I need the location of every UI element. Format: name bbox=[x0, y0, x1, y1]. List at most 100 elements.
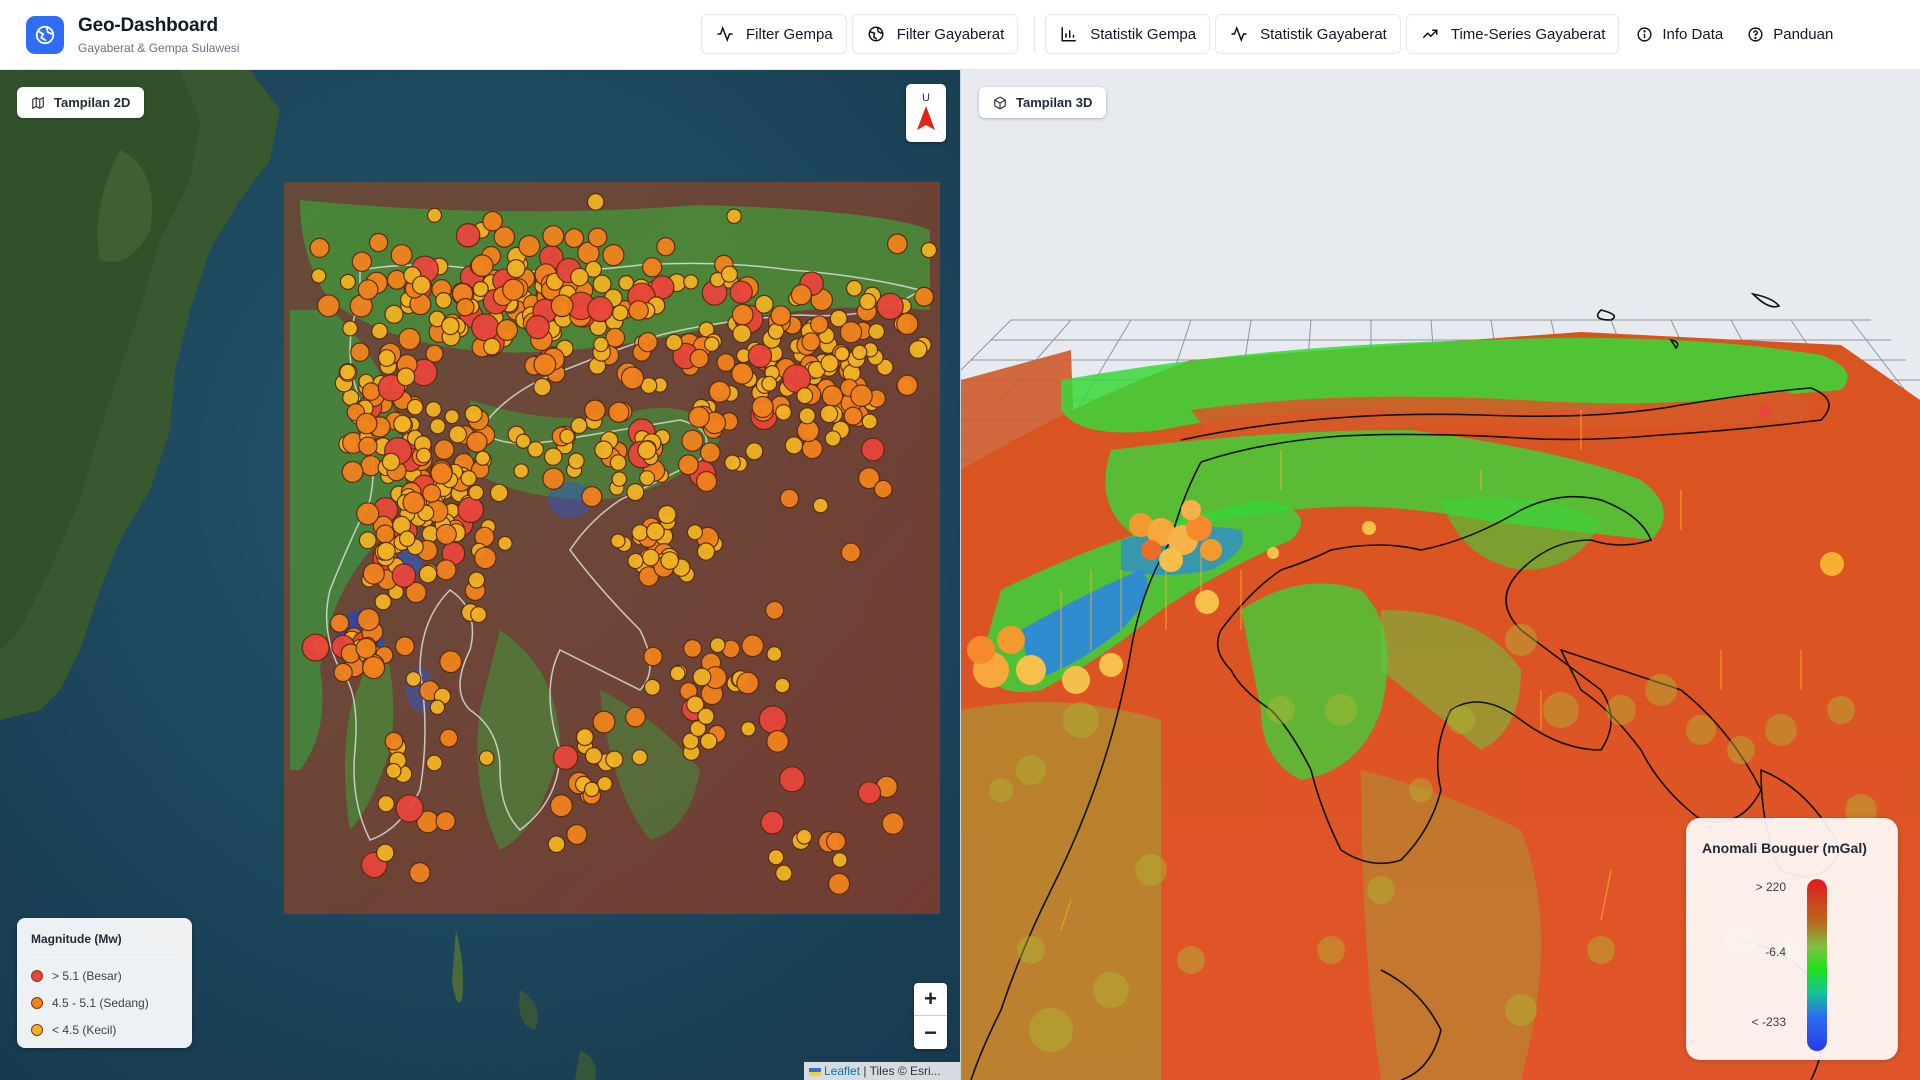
earthquake-marker[interactable] bbox=[843, 406, 863, 426]
earthquake-marker[interactable] bbox=[408, 861, 431, 884]
earthquake-marker[interactable] bbox=[774, 677, 791, 694]
earthquake-marker[interactable] bbox=[411, 275, 432, 295]
earthquake-marker[interactable] bbox=[464, 404, 483, 423]
earthquake-marker[interactable] bbox=[470, 254, 494, 278]
earthquake-marker[interactable] bbox=[920, 241, 938, 259]
earthquake-marker[interactable] bbox=[688, 406, 710, 429]
filter-gempa-button[interactable]: Filter Gempa bbox=[701, 14, 847, 54]
earthquake-marker[interactable] bbox=[716, 353, 736, 373]
earthquake-marker[interactable] bbox=[333, 662, 353, 683]
earthquake-marker[interactable] bbox=[790, 284, 813, 306]
earthquake-marker[interactable] bbox=[425, 754, 443, 772]
map-3d-panel[interactable]: Tampilan 3D U Anomali Bouguer (mGal) > 2… bbox=[961, 70, 1920, 1080]
earthquake-marker[interactable] bbox=[375, 524, 395, 544]
earthquake-marker[interactable] bbox=[708, 380, 731, 403]
earthquake-marker[interactable] bbox=[637, 440, 657, 460]
earthquake-marker[interactable] bbox=[778, 766, 806, 793]
earthquake-marker[interactable] bbox=[430, 462, 453, 485]
earthquake-marker[interactable] bbox=[596, 775, 613, 792]
earthquake-marker[interactable] bbox=[832, 852, 848, 868]
earthquake-marker[interactable] bbox=[703, 336, 720, 352]
earthquake-marker[interactable] bbox=[381, 452, 401, 472]
earthquake-marker[interactable] bbox=[646, 522, 665, 541]
earthquake-marker[interactable] bbox=[699, 442, 721, 464]
earthquake-marker[interactable] bbox=[415, 447, 432, 464]
earthquake-marker[interactable] bbox=[857, 781, 882, 805]
earthquake-marker[interactable] bbox=[642, 257, 663, 278]
earthquake-marker[interactable] bbox=[441, 316, 460, 336]
earthquake-marker[interactable] bbox=[502, 278, 525, 301]
earthquake-marker[interactable] bbox=[358, 531, 377, 550]
earthquake-marker[interactable] bbox=[766, 730, 789, 753]
earthquake-marker[interactable] bbox=[796, 828, 813, 845]
earthquake-marker[interactable] bbox=[639, 470, 656, 487]
earthquake-marker[interactable] bbox=[827, 872, 851, 896]
earthquake-marker[interactable] bbox=[665, 333, 683, 352]
earthquake-marker[interactable] bbox=[542, 467, 565, 490]
earthquake-marker[interactable] bbox=[377, 349, 396, 367]
earthquake-marker[interactable] bbox=[418, 564, 438, 584]
earthquake-marker[interactable] bbox=[472, 280, 489, 298]
filter-gayaberat-button[interactable]: Filter Gayaberat bbox=[851, 14, 1019, 54]
earthquake-marker[interactable] bbox=[377, 795, 395, 813]
earthquake-marker[interactable] bbox=[357, 608, 381, 632]
earthquake-marker[interactable] bbox=[390, 244, 413, 267]
earthquake-marker[interactable] bbox=[796, 387, 814, 405]
earthquake-marker[interactable] bbox=[425, 401, 442, 418]
earthquake-marker[interactable] bbox=[375, 843, 395, 863]
earthquake-marker[interactable] bbox=[356, 502, 380, 526]
earthquake-marker[interactable] bbox=[549, 794, 573, 818]
earthquake-marker[interactable] bbox=[896, 312, 919, 336]
earthquake-marker[interactable] bbox=[317, 294, 341, 318]
earthquake-marker[interactable] bbox=[455, 223, 481, 248]
earthquake-marker[interactable] bbox=[583, 781, 600, 798]
earthquake-marker[interactable] bbox=[745, 442, 764, 461]
earthquake-marker[interactable] bbox=[812, 497, 829, 514]
earthquake-marker[interactable] bbox=[587, 296, 614, 323]
earthquake-marker[interactable] bbox=[587, 227, 608, 248]
earthquake-marker[interactable] bbox=[374, 593, 392, 611]
earthquake-marker[interactable] bbox=[611, 304, 629, 322]
earthquake-marker[interactable] bbox=[754, 294, 774, 314]
earthquake-marker[interactable] bbox=[393, 414, 412, 434]
earthquake-marker[interactable] bbox=[699, 732, 718, 751]
earthquake-marker[interactable] bbox=[689, 348, 710, 369]
earthquake-marker[interactable] bbox=[825, 831, 847, 852]
earthquake-marker[interactable] bbox=[861, 413, 878, 430]
earthquake-marker[interactable] bbox=[466, 431, 488, 453]
earthquake-marker[interactable] bbox=[468, 484, 485, 501]
earthquake-marker[interactable] bbox=[631, 524, 649, 542]
earthquake-marker[interactable] bbox=[489, 483, 509, 503]
earthquake-marker[interactable] bbox=[355, 637, 377, 660]
earthquake-marker[interactable] bbox=[731, 303, 754, 326]
earthquake-marker[interactable] bbox=[861, 437, 885, 462]
info-data-button[interactable]: Info Data bbox=[1624, 14, 1735, 54]
earthquake-marker[interactable] bbox=[368, 232, 389, 253]
earthquake-marker[interactable] bbox=[584, 399, 606, 422]
earthquake-marker[interactable] bbox=[657, 504, 677, 525]
earthquake-marker[interactable] bbox=[840, 542, 862, 563]
earthquake-marker[interactable] bbox=[473, 546, 497, 570]
earthquake-marker[interactable] bbox=[515, 433, 532, 449]
earthquake-marker[interactable] bbox=[559, 428, 575, 445]
earthquake-marker[interactable] bbox=[386, 269, 407, 290]
earthquake-marker[interactable] bbox=[611, 471, 628, 487]
earthquake-marker[interactable] bbox=[586, 193, 605, 211]
earthquake-marker[interactable] bbox=[761, 375, 778, 392]
earthquake-marker[interactable] bbox=[422, 483, 442, 503]
earthquake-marker[interactable] bbox=[798, 407, 816, 425]
panduan-button[interactable]: Panduan bbox=[1735, 14, 1845, 54]
earthquake-marker[interactable] bbox=[470, 606, 488, 624]
earthquake-marker[interactable] bbox=[429, 699, 446, 716]
earthquake-marker[interactable] bbox=[627, 552, 644, 570]
earthquake-marker[interactable] bbox=[766, 645, 783, 662]
earthquake-marker[interactable] bbox=[358, 436, 378, 456]
earthquake-marker[interactable] bbox=[439, 650, 463, 674]
earthquake-marker[interactable] bbox=[542, 225, 565, 248]
zoom-in-button[interactable]: + bbox=[914, 983, 947, 1016]
earthquake-marker[interactable] bbox=[567, 452, 585, 470]
earthquake-marker[interactable] bbox=[478, 750, 495, 766]
timeseries-button[interactable]: Time-Series Gayaberat bbox=[1405, 14, 1620, 54]
earthquake-marker[interactable] bbox=[660, 551, 680, 571]
earthquake-marker[interactable] bbox=[908, 340, 928, 360]
